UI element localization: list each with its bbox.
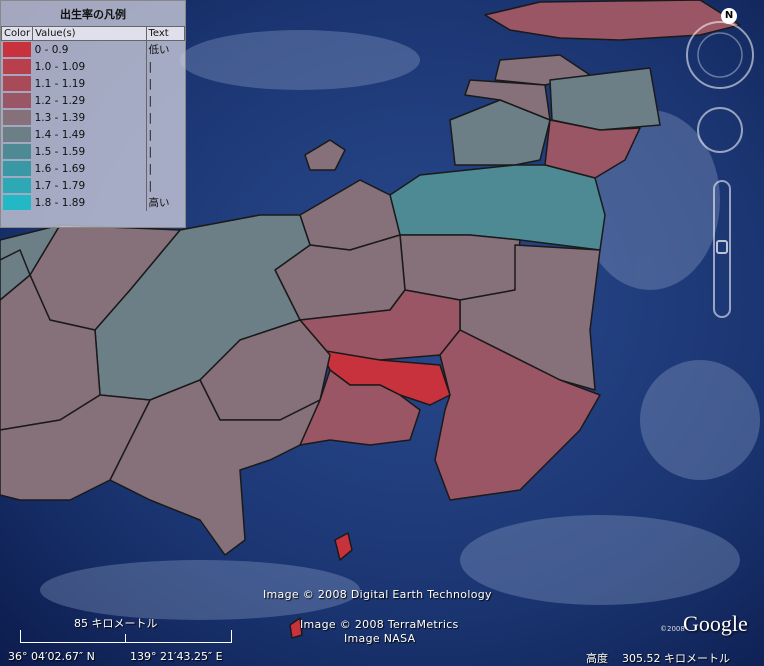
legend-swatch: [2, 127, 31, 142]
zoom-slider-handle[interactable]: [716, 240, 728, 254]
legend-text: |: [145, 109, 185, 126]
legend-swatch-cell: [2, 92, 33, 109]
legend-row: 1.7 - 1.79 |: [2, 177, 185, 194]
legend-header-values: Value(s): [32, 26, 147, 41]
legend-row: 1.1 - 1.19 |: [2, 75, 185, 92]
legend-text: |: [145, 143, 185, 160]
scale-bar-tick: [125, 634, 126, 642]
legend-swatch: [2, 93, 31, 108]
legend-header-text: Text: [145, 26, 185, 41]
legend-table: Color Value(s) Text 0 - 0.9 低い 1.0 - 1.09 |…: [0, 26, 185, 211]
legend-range: 0 - 0.9: [34, 43, 69, 56]
legend-range: 1.7 - 1.79: [34, 179, 86, 192]
legend-text: |: [145, 92, 185, 109]
legend-text: |: [145, 126, 185, 143]
credit-nasa: Image NASA: [344, 632, 416, 645]
legend-range: 1.4 - 1.49: [34, 128, 86, 141]
birth-rate-legend: 出生率の凡例 Color Value(s) Text 0 - 0.9 低い 1.0 …: [0, 0, 186, 228]
legend-swatch: [2, 178, 31, 193]
latitude-readout: 36° 04′02.67″ N: [8, 650, 95, 663]
legend-swatch-cell: [2, 143, 33, 160]
legend-text: |: [145, 58, 185, 75]
legend-row: 1.2 - 1.29 |: [2, 92, 185, 109]
credit-terrametrics: Image © 2008 TerraMetrics: [300, 618, 459, 631]
legend-range: 1.2 - 1.29: [34, 94, 86, 107]
longitude-readout: 139° 21′43.25″ E: [130, 650, 223, 663]
legend-text: 高い: [145, 194, 185, 211]
legend-row: 1.6 - 1.69 |: [2, 160, 185, 177]
legend-text: |: [145, 177, 185, 194]
legend-row: 1.4 - 1.49 |: [2, 126, 185, 143]
scale-bar: [20, 630, 232, 643]
legend-swatch-cell: [2, 75, 33, 92]
legend-row: 1.8 - 1.89 高い: [2, 194, 185, 211]
legend-row: 1.3 - 1.39 |: [2, 109, 185, 126]
legend-range: 1.6 - 1.69: [34, 162, 86, 175]
legend-header-color: Color: [0, 26, 34, 41]
scale-label: 85 キロメートル: [74, 617, 158, 630]
legend-swatch-cell: [2, 177, 33, 194]
legend-swatch: [2, 195, 31, 210]
prefecture-tochigi[interactable]: [399, 234, 521, 301]
legend-text: |: [145, 75, 185, 92]
legend-swatch-cell: [2, 41, 33, 59]
legend-title: 出生率の凡例: [60, 8, 126, 21]
legend-swatch: [2, 76, 31, 91]
altitude-label: 高度: [586, 652, 608, 665]
legend-range: 1.3 - 1.39: [34, 111, 86, 124]
credit-digital-earth: Image © 2008 Digital Earth Technology: [263, 588, 492, 601]
compass-north-icon[interactable]: N: [721, 8, 737, 24]
prefecture-iwate[interactable]: [549, 67, 661, 131]
legend-range: 1.8 - 1.89: [34, 196, 86, 209]
google-logo: Google: [683, 611, 748, 636]
legend-swatch-cell: [2, 126, 33, 143]
legend-swatch-cell: [2, 194, 33, 211]
legend-row: 1.0 - 1.09 |: [2, 58, 185, 75]
legend-swatch-cell: [2, 109, 33, 126]
legend-text: |: [145, 160, 185, 177]
google-copyright: ©2008: [660, 625, 685, 633]
legend-range: 1.0 - 1.09: [34, 60, 86, 73]
legend-swatch: [2, 42, 31, 57]
legend-range: 1.5 - 1.59: [34, 145, 86, 158]
legend-swatch: [2, 59, 31, 74]
legend-swatch: [2, 161, 31, 176]
status-bar: 36° 04′02.67″ N 139° 21′43.25″ E 高度 305.…: [0, 648, 764, 666]
legend-text: 低い: [145, 40, 185, 58]
legend-row: 0 - 0.9 低い: [2, 40, 185, 59]
legend-range: 1.1 - 1.19: [34, 77, 86, 90]
legend-swatch: [2, 110, 31, 125]
legend-swatch-cell: [2, 58, 33, 75]
altitude-value: 305.52 キロメートル: [622, 652, 730, 665]
legend-swatch: [2, 144, 31, 159]
legend-row: 1.5 - 1.59 |: [2, 143, 185, 160]
legend-swatch-cell: [2, 160, 33, 177]
